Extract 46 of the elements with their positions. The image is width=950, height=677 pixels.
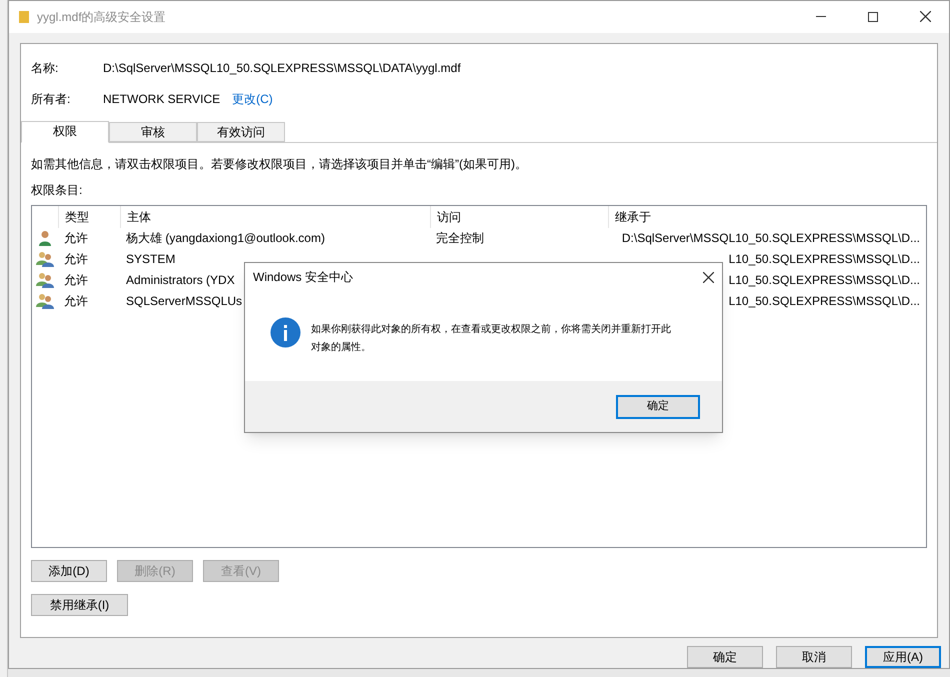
button[interactable]: 添加(D) <box>31 560 107 582</box>
ok-button[interactable]: 确定 <box>616 394 700 418</box>
close-icon[interactable] <box>920 11 931 22</box>
dialog-message: 如果你刚获得此对象的所有权，在查看或更改权限之前，你将需关闭并重新打开此对象的属性。 <box>311 322 672 355</box>
table-cell: L10_50.SQLEXPRESS\MSSQL\D... <box>728 294 920 308</box>
users-icon <box>36 272 54 288</box>
tab[interactable]: 审核 <box>109 122 197 142</box>
change-link[interactable]: 更改(C) <box>232 90 273 108</box>
users-icon <box>36 251 54 268</box>
column-header[interactable]: 主体 <box>120 206 430 228</box>
table-cell-text: 允许 <box>63 293 89 310</box>
button[interactable]: 取消 <box>776 646 852 668</box>
tab[interactable]: 有效访问 <box>197 122 285 142</box>
button[interactable]: 禁用继承(I) <box>31 594 128 616</box>
button[interactable]: 应用(A) <box>865 646 941 668</box>
list-label: 权限条目: <box>31 182 84 199</box>
table-cell: SQLServerMSSQLUs <box>126 294 242 308</box>
table-cell-text: 允许 <box>63 251 89 268</box>
maximize-icon[interactable] <box>868 12 878 22</box>
user-icon <box>38 230 52 246</box>
column-header[interactable]: 类型 <box>58 206 120 228</box>
users-icon <box>36 293 54 310</box>
table-cell: Administrators (YDX <box>126 273 235 288</box>
column-header[interactable]: 继承于 <box>608 206 926 228</box>
table-cell: SYSTEM <box>126 252 176 266</box>
table-cell: L10_50.SQLEXPRESS\MSSQL\D... <box>728 273 920 288</box>
window-title: yygl.mdf的高级安全设置 <box>37 8 166 26</box>
close-icon[interactable] <box>703 272 714 282</box>
name-label: 名称: <box>31 60 60 77</box>
owner-value: NETWORK SERVICE <box>103 90 220 108</box>
folder-icon <box>19 10 29 24</box>
table-cell: 杨大雄 (yangdaxiong1@outlook.com) <box>126 231 325 246</box>
table-cell: 完全控制 <box>436 231 484 246</box>
dialog-title: Windows 安全中心 <box>253 269 354 286</box>
info-text: 如需其他信息，请双击权限项目。若要修改权限项目，请选择该项目并单击“编辑”(如果可用)。 <box>31 156 528 173</box>
table-cell-text: 允许 <box>63 230 89 248</box>
button[interactable]: 确定 <box>687 646 763 668</box>
column-header[interactable]: 访问 <box>430 206 608 228</box>
info-icon <box>270 317 301 348</box>
tab[interactable]: 权限 <box>21 120 109 143</box>
table-cell: L10_50.SQLEXPRESS\MSSQL\D... <box>728 252 920 266</box>
owner-label: 所有者: <box>31 90 72 108</box>
table-cell: D:\SqlServer\MSSQL10_50.SQLEXPRESS\MSSQL\D... <box>622 231 920 246</box>
minimize-icon[interactable] <box>816 16 826 18</box>
table-cell-text: 允许 <box>63 272 89 290</box>
name-value: D:\SqlServer\MSSQL10_50.SQLEXPRESS\MSSQL\DATA\yygl.mdf <box>103 60 461 77</box>
